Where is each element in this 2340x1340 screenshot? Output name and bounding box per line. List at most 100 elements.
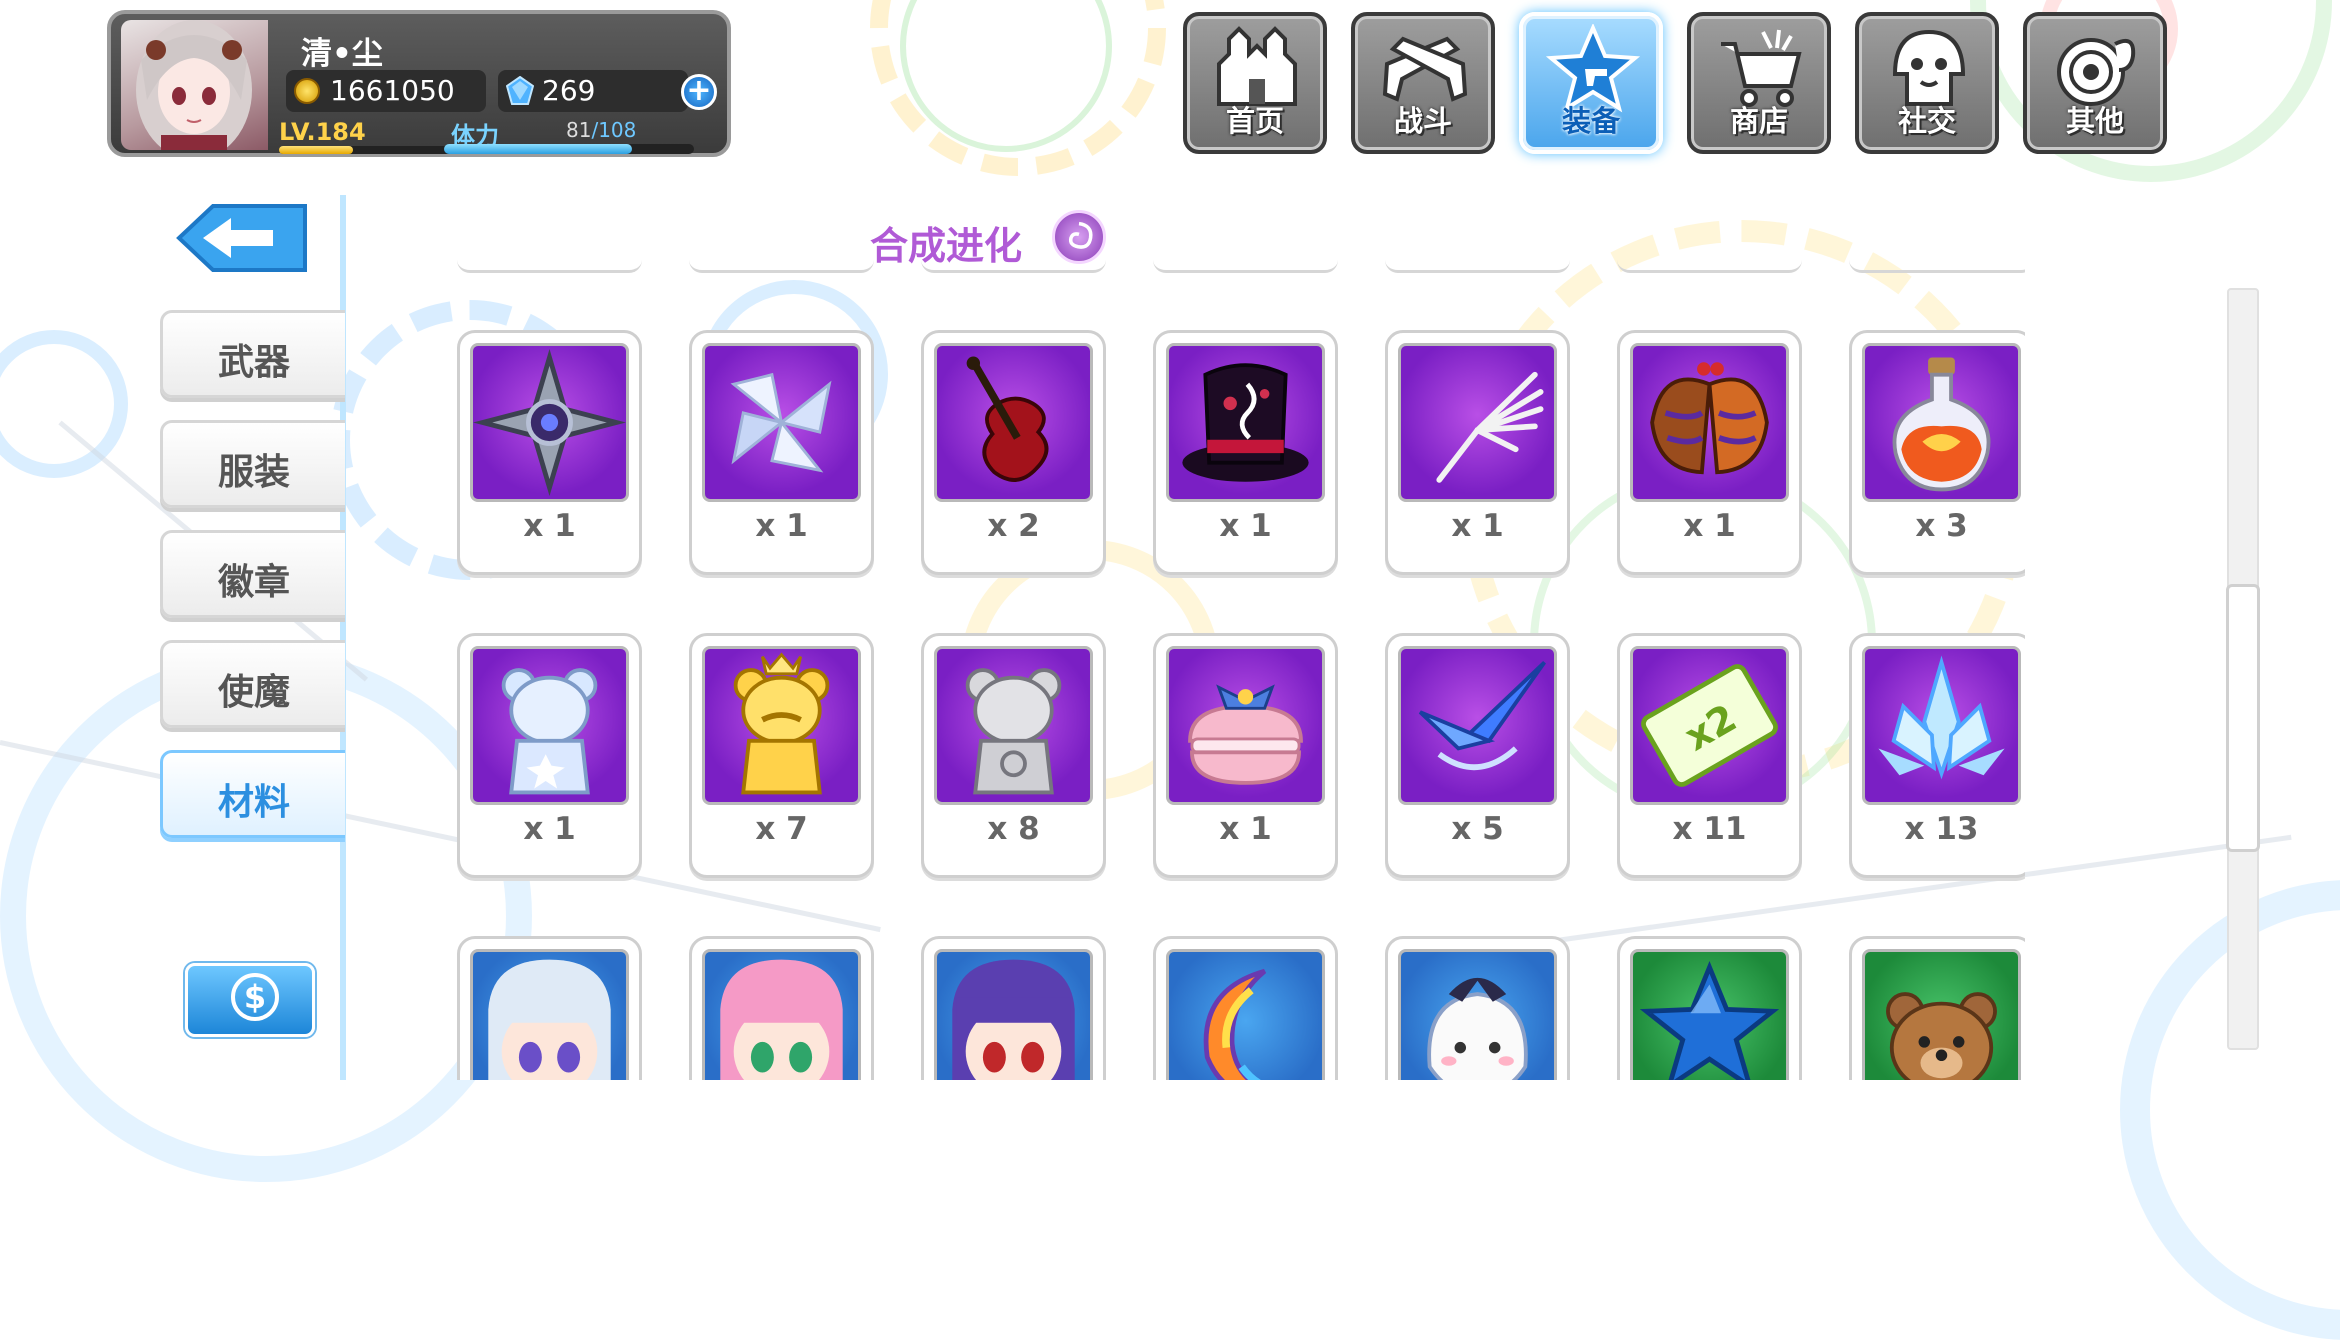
level-progress-fill: [279, 146, 353, 154]
stamina-progress-bar: [444, 144, 694, 154]
material-item-card[interactable]: x 1: [1617, 330, 1802, 575]
potion-bottle-icon: [1892, 357, 1991, 492]
silver-bear-statue-icon: [965, 668, 1062, 795]
material-item-card[interactable]: x2 x 11: [1617, 633, 1802, 878]
pink-hair-girl-icon: [720, 959, 843, 1080]
material-item-card[interactable]: x 2: [921, 330, 1106, 575]
item-icon-frame: [1166, 343, 1325, 502]
item-icon-frame: [1398, 646, 1557, 805]
nav-equipment-label: 装备: [1561, 104, 1620, 138]
stamina-current: 81: [566, 118, 592, 142]
material-item-card[interactable]: [921, 936, 1106, 1080]
partial-card-above: [1617, 260, 1802, 273]
material-item-card[interactable]: x 1: [1153, 330, 1338, 575]
material-item-card[interactable]: [1849, 936, 2025, 1080]
item-icon-frame: [702, 949, 861, 1080]
back-button[interactable]: [173, 200, 311, 276]
tab-familiars[interactable]: 使魔: [160, 640, 345, 728]
x2-ticket-icon: x2: [1641, 664, 1778, 787]
partial-card-above: [1849, 260, 2025, 273]
tab-costume[interactable]: 服装: [160, 420, 345, 508]
item-count: x 2: [987, 508, 1040, 544]
material-item-card[interactable]: x 7: [689, 633, 874, 878]
gem-counter: 269: [498, 70, 688, 112]
material-item-card[interactable]: x 1: [1153, 633, 1338, 878]
rainbow-moon-icon: [1203, 968, 1267, 1080]
material-item-card[interactable]: x 3: [1849, 330, 2025, 575]
top-hat-icon: [1182, 363, 1309, 482]
tab-weapons-label: 武器: [217, 342, 290, 383]
swirl-emblem-icon: [1052, 210, 1106, 264]
item-icon-frame: [702, 343, 861, 502]
blue-gem-icon: [506, 76, 534, 105]
player-avatar[interactable]: [121, 20, 268, 150]
material-item-card[interactable]: [457, 936, 642, 1080]
nav-shop-button[interactable]: 商店: [1687, 12, 1831, 154]
material-item-card[interactable]: x 1: [689, 330, 874, 575]
nav-battle-button[interactable]: 战斗: [1351, 12, 1495, 154]
tab-weapons[interactable]: 武器: [160, 310, 345, 398]
violin-icon: [966, 356, 1049, 482]
nav-home-label: 首页: [1225, 104, 1284, 138]
currency-shop-button[interactable]: $: [185, 963, 315, 1037]
nav-shop-label: 商店: [1729, 104, 1788, 138]
player-name: 清•尘: [301, 36, 383, 72]
player-info-panel[interactable]: 清•尘 1661050 269 + LV.184 体力 81/108: [107, 10, 731, 157]
nav-equipment-button[interactable]: 装备: [1519, 12, 1663, 154]
material-item-card[interactable]: x 1: [457, 633, 642, 878]
blue-star-icon: [1639, 960, 1780, 1080]
tab-badges[interactable]: 徽章: [160, 530, 345, 618]
tab-materials-label: 材料: [217, 782, 290, 823]
item-count: x 1: [523, 508, 576, 544]
teddy-bear-icon: [1886, 992, 1997, 1080]
material-item-card[interactable]: x 5: [1385, 633, 1570, 878]
material-item-card[interactable]: [689, 936, 874, 1080]
item-count: x 5: [1451, 811, 1504, 847]
tab-materials[interactable]: 材料: [160, 750, 345, 838]
add-gems-button[interactable]: +: [681, 74, 717, 110]
material-item-card[interactable]: x 8: [921, 633, 1106, 878]
item-count: x 1: [1683, 508, 1736, 544]
scrollbar-thumb[interactable]: [2226, 584, 2260, 853]
item-count: x 1: [1451, 508, 1504, 544]
crystal-pinwheel-icon: [730, 372, 832, 473]
stamina-value: 81/108: [566, 118, 636, 142]
nav-other-label: 其他: [2065, 104, 2124, 138]
material-item-card[interactable]: [1153, 936, 1338, 1080]
item-icon-frame: [470, 646, 629, 805]
nav-social-label: 社交: [1897, 104, 1956, 138]
gold-counter: 1661050: [286, 70, 486, 112]
dollar-coin-icon: $: [231, 973, 279, 1021]
material-item-card[interactable]: [1617, 936, 1802, 1080]
item-icon-frame: [1398, 949, 1557, 1080]
stamina-max: /108: [591, 118, 637, 142]
material-item-card[interactable]: x 13: [1849, 633, 2025, 878]
item-icon-frame: [934, 343, 1093, 502]
skeleton-hand-icon: [1436, 371, 1544, 483]
nav-battle-label: 战斗: [1393, 104, 1452, 138]
item-count: x 13: [1904, 811, 1979, 847]
material-item-card[interactable]: x 1: [1385, 330, 1570, 575]
partial-card-above: [1153, 260, 1338, 273]
material-item-card[interactable]: [1385, 936, 1570, 1080]
ice-crystal-icon: [1878, 655, 2005, 780]
partial-card-above: [1385, 260, 1570, 273]
material-item-card[interactable]: x 1: [457, 330, 642, 575]
ice-bear-statue-icon: [501, 668, 598, 795]
materials-grid: x 1 x 1 x 2 x 1 x 1 x 1 x 3 x 1 x 7 x 8 x 1 x 5 x2 x …: [455, 260, 2025, 1080]
player-level: LV.184: [279, 118, 366, 146]
partial-card-above: [689, 260, 874, 273]
nav-home-button[interactable]: 首页: [1183, 12, 1327, 154]
purple-hair-girl-icon: [952, 959, 1075, 1080]
item-count: x 3: [1915, 508, 1968, 544]
item-icon-frame: [1398, 343, 1557, 502]
gem-value: 269: [542, 74, 596, 107]
item-icon-frame: [1862, 343, 2021, 502]
shuriken-icon: [473, 349, 626, 496]
nav-other-button[interactable]: 其他: [2023, 12, 2167, 154]
nav-social-button[interactable]: 社交: [1855, 12, 1999, 154]
item-icon-frame: [1166, 949, 1325, 1080]
item-count: x 1: [755, 508, 808, 544]
item-icon-frame: [470, 949, 629, 1080]
blue-blade-icon: [1418, 661, 1546, 770]
